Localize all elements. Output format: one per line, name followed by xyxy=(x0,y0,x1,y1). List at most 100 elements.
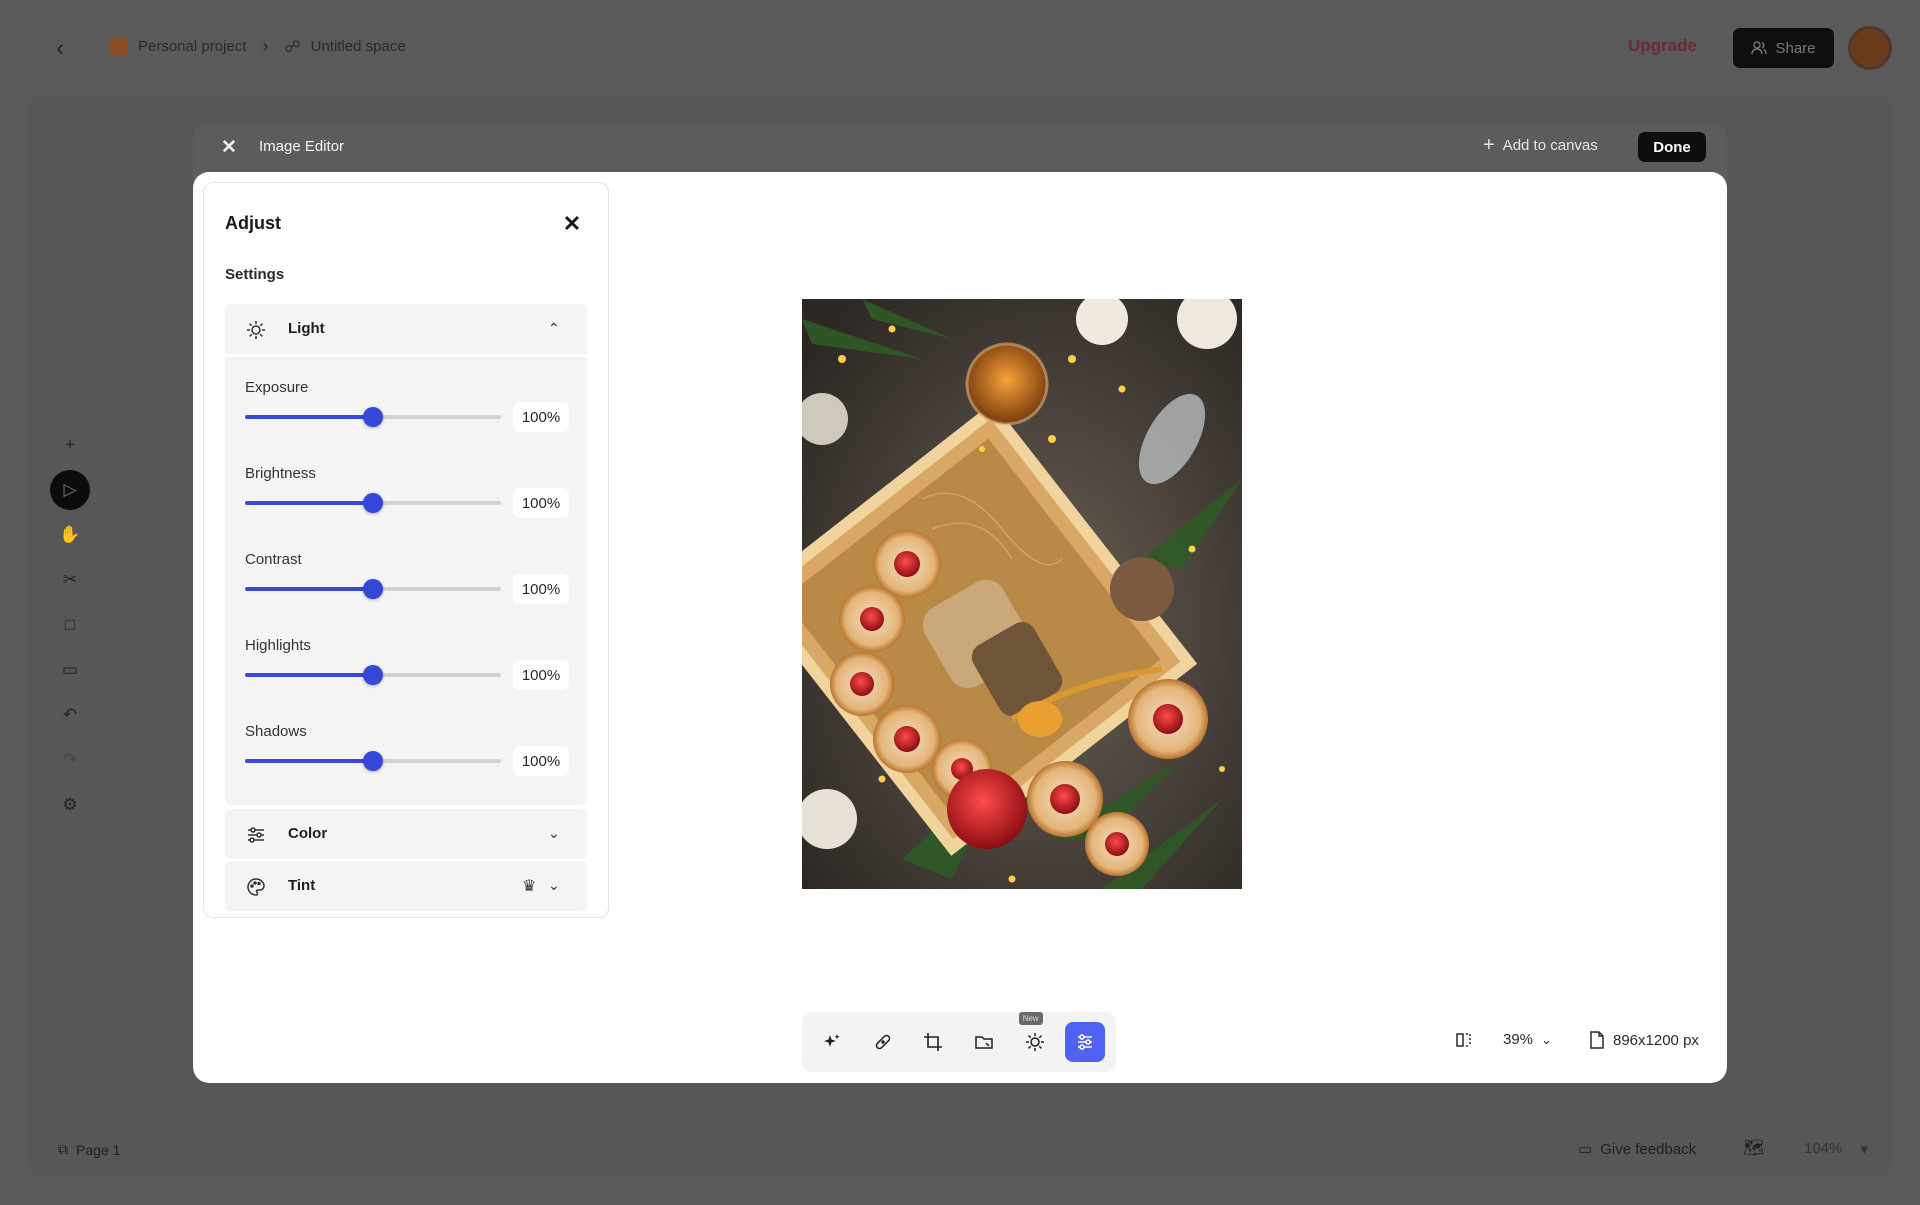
slider-thumb[interactable] xyxy=(363,751,383,771)
slider-label: Brightness xyxy=(245,465,316,482)
sparkles-icon xyxy=(823,1034,840,1047)
light-section-header[interactable]: Light ⌃ xyxy=(225,304,587,354)
slider-thumb[interactable] xyxy=(363,665,383,685)
slider-label: Exposure xyxy=(245,379,309,396)
compare-icon xyxy=(1456,1033,1471,1047)
chevron-down-icon: ⌄ xyxy=(1541,1031,1552,1047)
frame-tool-button[interactable]: □ xyxy=(50,605,90,645)
page-label: Page 1 xyxy=(76,1141,121,1158)
cursor-icon: ▷ xyxy=(63,480,77,499)
slider-value-input[interactable]: 100% xyxy=(513,488,569,518)
slider-label: Highlights xyxy=(245,637,311,654)
feedback-button[interactable]: ▭ Give feedback xyxy=(1578,1140,1697,1159)
page-selector[interactable]: ⧉ Page 1 xyxy=(44,1133,134,1166)
share-button[interactable]: Share xyxy=(1733,28,1834,68)
bandage-icon xyxy=(875,1034,890,1050)
top-bar: ‹ Personal project › ☍ Untitled space Up… xyxy=(0,0,1920,96)
slider-label: Contrast xyxy=(245,551,302,568)
sliders-icon xyxy=(245,824,267,846)
slider-label: Shadows xyxy=(245,723,307,740)
modal-header: ✕ Image Editor + Add to canvas Done xyxy=(193,122,1727,172)
map-button[interactable]: 🗺 xyxy=(1743,1138,1765,1158)
select-tool-button[interactable]: ▷ xyxy=(50,470,90,510)
file-icon xyxy=(1590,1031,1604,1049)
zoom-value: 39% xyxy=(1503,1031,1534,1048)
feedback-label: Give feedback xyxy=(1600,1140,1697,1158)
color-section-label: Color xyxy=(288,825,328,842)
light-sliders: Exposure 100% Brightness 100% Contrast 1… xyxy=(225,357,587,805)
breadcrumb-project[interactable]: Personal project xyxy=(138,38,246,55)
slider-track[interactable] xyxy=(245,407,501,427)
chevron-down-icon: ⌄ xyxy=(548,825,560,841)
slider-fill xyxy=(245,673,373,677)
chevron-left-icon: ‹ xyxy=(56,35,64,60)
adjust-button[interactable] xyxy=(1065,1022,1106,1062)
slider-fill xyxy=(245,501,373,505)
crown-icon: ♛ xyxy=(522,878,537,895)
panel-title: Adjust xyxy=(225,213,281,233)
background-button[interactable] xyxy=(964,1022,1004,1062)
slider-value-input[interactable]: 100% xyxy=(513,660,569,690)
zoom-selector[interactable]: 39% ⌄ xyxy=(1503,1031,1552,1048)
crop-button[interactable] xyxy=(913,1022,953,1062)
light-section-label: Light xyxy=(288,320,325,337)
light-button[interactable]: New xyxy=(1015,1012,1055,1062)
image-editor-modal: ✕ Image Editor + Add to canvas Done Adju… xyxy=(193,122,1727,1083)
folder-image-icon xyxy=(975,1036,993,1049)
slider-value-input[interactable]: 100% xyxy=(513,746,569,776)
hand-tool-button[interactable]: ✋ xyxy=(50,515,90,555)
add-to-canvas-label: Add to canvas xyxy=(1502,137,1598,154)
slider-value-input[interactable]: 100% xyxy=(513,574,569,604)
close-editor-button[interactable]: ✕ xyxy=(217,135,241,159)
sun-icon xyxy=(245,319,267,341)
breadcrumb: Personal project › ☍ Untitled space xyxy=(110,36,406,57)
close-icon: ✕ xyxy=(221,136,237,158)
tint-section-label: Tint xyxy=(288,877,316,894)
slider-fill xyxy=(245,415,373,419)
add-tool-button[interactable]: + xyxy=(50,425,90,465)
scissors-tool-button[interactable]: ✂ xyxy=(50,560,90,600)
slider-track[interactable] xyxy=(245,665,501,685)
breadcrumb-space[interactable]: Untitled space xyxy=(311,38,406,55)
slider-thumb[interactable] xyxy=(363,579,383,599)
left-toolbar: + ▷ ✋ ✂ □ ▭ ↶ ↷ ⚙ xyxy=(44,425,96,845)
edited-image[interactable] xyxy=(802,299,1242,889)
slider-value-input[interactable]: 100% xyxy=(513,402,569,432)
slider-track[interactable] xyxy=(245,493,501,513)
undo-icon: ↶ xyxy=(62,705,78,724)
magic-button[interactable] xyxy=(812,1022,852,1062)
chevron-right-icon: › xyxy=(262,36,269,56)
crop-icon xyxy=(924,1033,943,1051)
image-preview xyxy=(802,299,1242,889)
slider-thumb[interactable] xyxy=(363,407,383,427)
close-panel-button[interactable]: ✕ xyxy=(558,210,586,238)
avatar[interactable] xyxy=(1848,26,1892,70)
slider-highlights: Highlights 100% xyxy=(225,637,587,723)
sun-icon xyxy=(1025,1033,1044,1051)
plus-icon: + xyxy=(65,435,75,454)
project-icon xyxy=(110,37,128,56)
dimensions-value: 896x1200 px xyxy=(1613,1031,1699,1049)
canvas-zoom[interactable]: 104% ▾ xyxy=(1804,1140,1868,1158)
color-section-header[interactable]: Color ⌄ xyxy=(225,809,587,859)
back-button[interactable]: ‹ xyxy=(40,28,80,68)
chevron-up-icon: ⌃ xyxy=(548,320,560,336)
undo-button[interactable]: ↶ xyxy=(50,695,90,735)
heal-button[interactable] xyxy=(863,1022,903,1062)
slider-track[interactable] xyxy=(245,751,501,771)
modal-title: Image Editor xyxy=(259,138,345,155)
slider-thumb[interactable] xyxy=(363,493,383,513)
hand-icon: ✋ xyxy=(59,525,81,544)
gear-icon: ⚙ xyxy=(62,795,78,814)
compare-button[interactable] xyxy=(1455,1031,1473,1049)
add-to-canvas-button[interactable]: + Add to canvas xyxy=(1483,135,1598,155)
close-icon: ✕ xyxy=(562,211,582,236)
sliders-icon xyxy=(1078,1034,1093,1050)
settings-button[interactable]: ⚙ xyxy=(50,785,90,825)
upgrade-link[interactable]: Upgrade xyxy=(1628,36,1697,56)
comment-tool-button[interactable]: ▭ xyxy=(50,650,90,690)
tint-section-header[interactable]: Tint ♛ ⌄ xyxy=(225,861,587,911)
redo-button[interactable]: ↷ xyxy=(50,740,90,780)
slider-track[interactable] xyxy=(245,579,501,599)
done-button[interactable]: Done xyxy=(1638,132,1706,162)
